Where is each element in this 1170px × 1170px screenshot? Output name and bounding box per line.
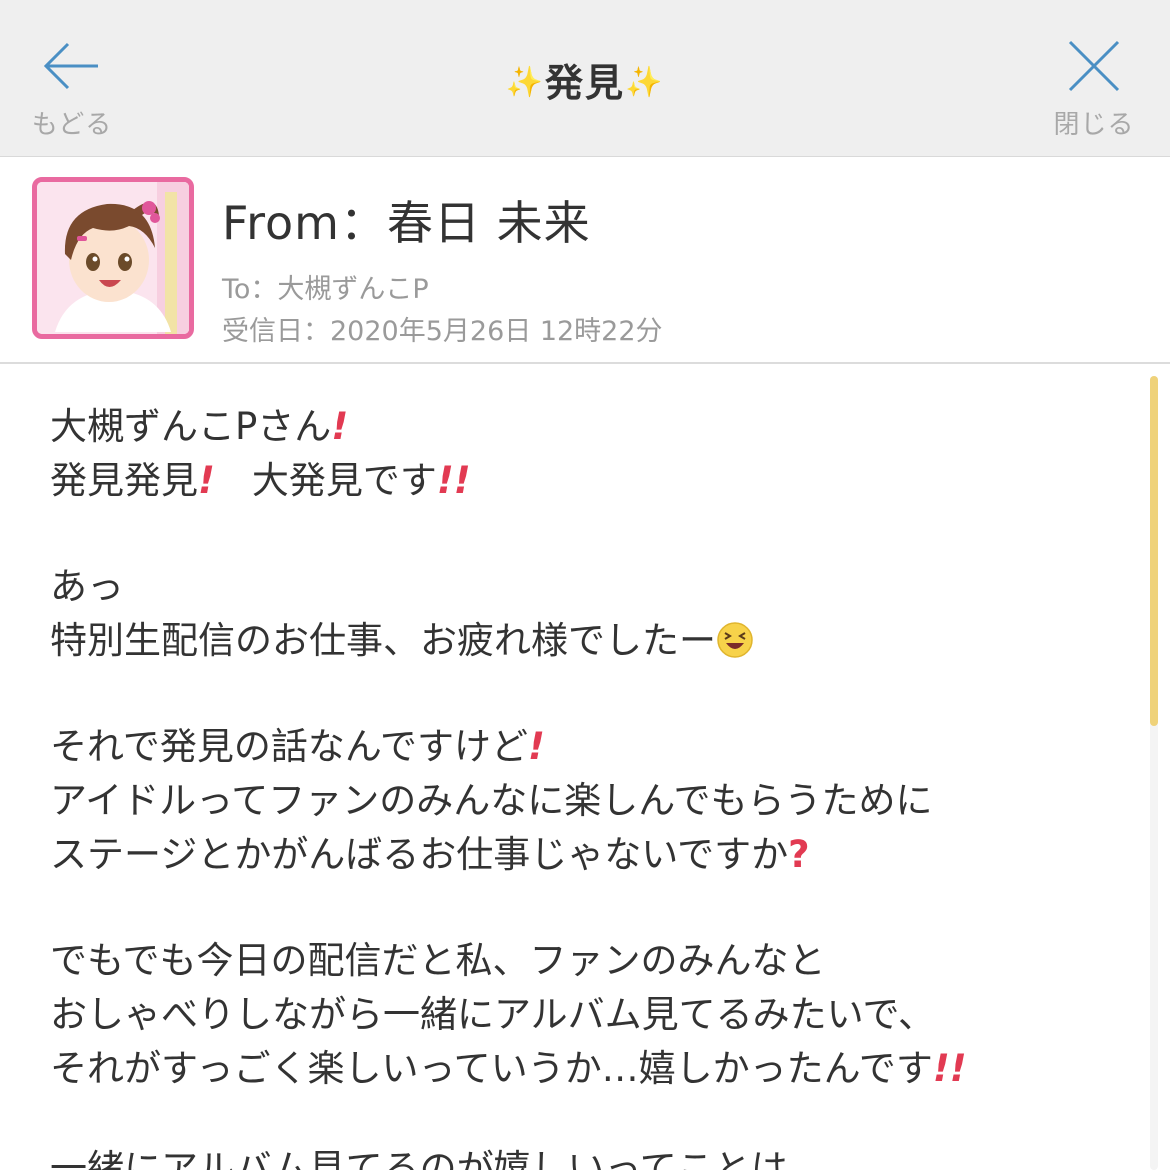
exclamation-icon: ! xyxy=(528,725,545,768)
close-label: 閉じる xyxy=(1053,110,1135,140)
exclamation-icon: ! xyxy=(331,405,349,448)
message-line: ステージとかがんばるお仕事じゃないですか? xyxy=(50,833,810,876)
sparkles-icon: ✨ xyxy=(625,65,665,100)
sender-info: From：春日 未来 To：大槻ずんこP 受信日：2020年5月26日 12時2… xyxy=(0,157,1170,364)
question-icon: ? xyxy=(788,833,810,876)
message-line: それがすっごく楽しいっていうか…嬉しかったんです!! xyxy=(50,1047,967,1090)
message-line: でもでも今日の配信だと私、ファンのみんなと xyxy=(50,939,826,982)
page-title: ✨発見✨ xyxy=(0,52,1170,107)
close-button[interactable]: 閉じる xyxy=(1034,36,1154,141)
message-line: アイドルってファンのみんなに楽しんでもらうために xyxy=(50,779,933,822)
double-exclamation-icon: !! xyxy=(436,459,471,502)
message-line: おしゃべりしながら一緒にアルバム見てるみたいで、 xyxy=(50,993,936,1036)
double-exclamation-icon: !! xyxy=(932,1047,967,1090)
message-body[interactable]: 大槻ずんこPさん! 発見発見! 大発見です!! あっ 特別生配信のお仕事、お疲れ… xyxy=(0,364,1170,1170)
message-line: 特別生配信のお仕事、お疲れ様でしたー xyxy=(50,614,754,668)
close-icon xyxy=(1068,40,1120,92)
message-line: 発見発見! 大発見です!! xyxy=(50,459,471,502)
title-text: 発見 xyxy=(544,61,625,105)
exclamation-icon: ! xyxy=(198,459,215,502)
character-portrait xyxy=(37,182,189,334)
received-date: 受信日：2020年5月26日 12時22分 xyxy=(222,316,663,347)
message-line: あっ xyxy=(50,565,124,608)
avatar xyxy=(32,177,194,339)
to-line: To：大槻ずんこP xyxy=(222,274,429,305)
scrollbar-thumb[interactable] xyxy=(1150,376,1158,726)
from-line: From：春日 未来 xyxy=(222,196,591,250)
back-label: もどる xyxy=(31,110,113,140)
message-line: 大槻ずんこPさん! xyxy=(50,405,349,448)
sparkles-icon: ✨ xyxy=(505,65,545,100)
grinning-squint-face-icon xyxy=(717,622,753,658)
message-line: 一緒にアルバム見てるのが嬉しいってことは xyxy=(50,1147,788,1170)
header-bar: もどる ✨発見✨ 閉じる xyxy=(0,0,1170,157)
message-line: それで発見の話なんですけど! xyxy=(50,725,545,768)
